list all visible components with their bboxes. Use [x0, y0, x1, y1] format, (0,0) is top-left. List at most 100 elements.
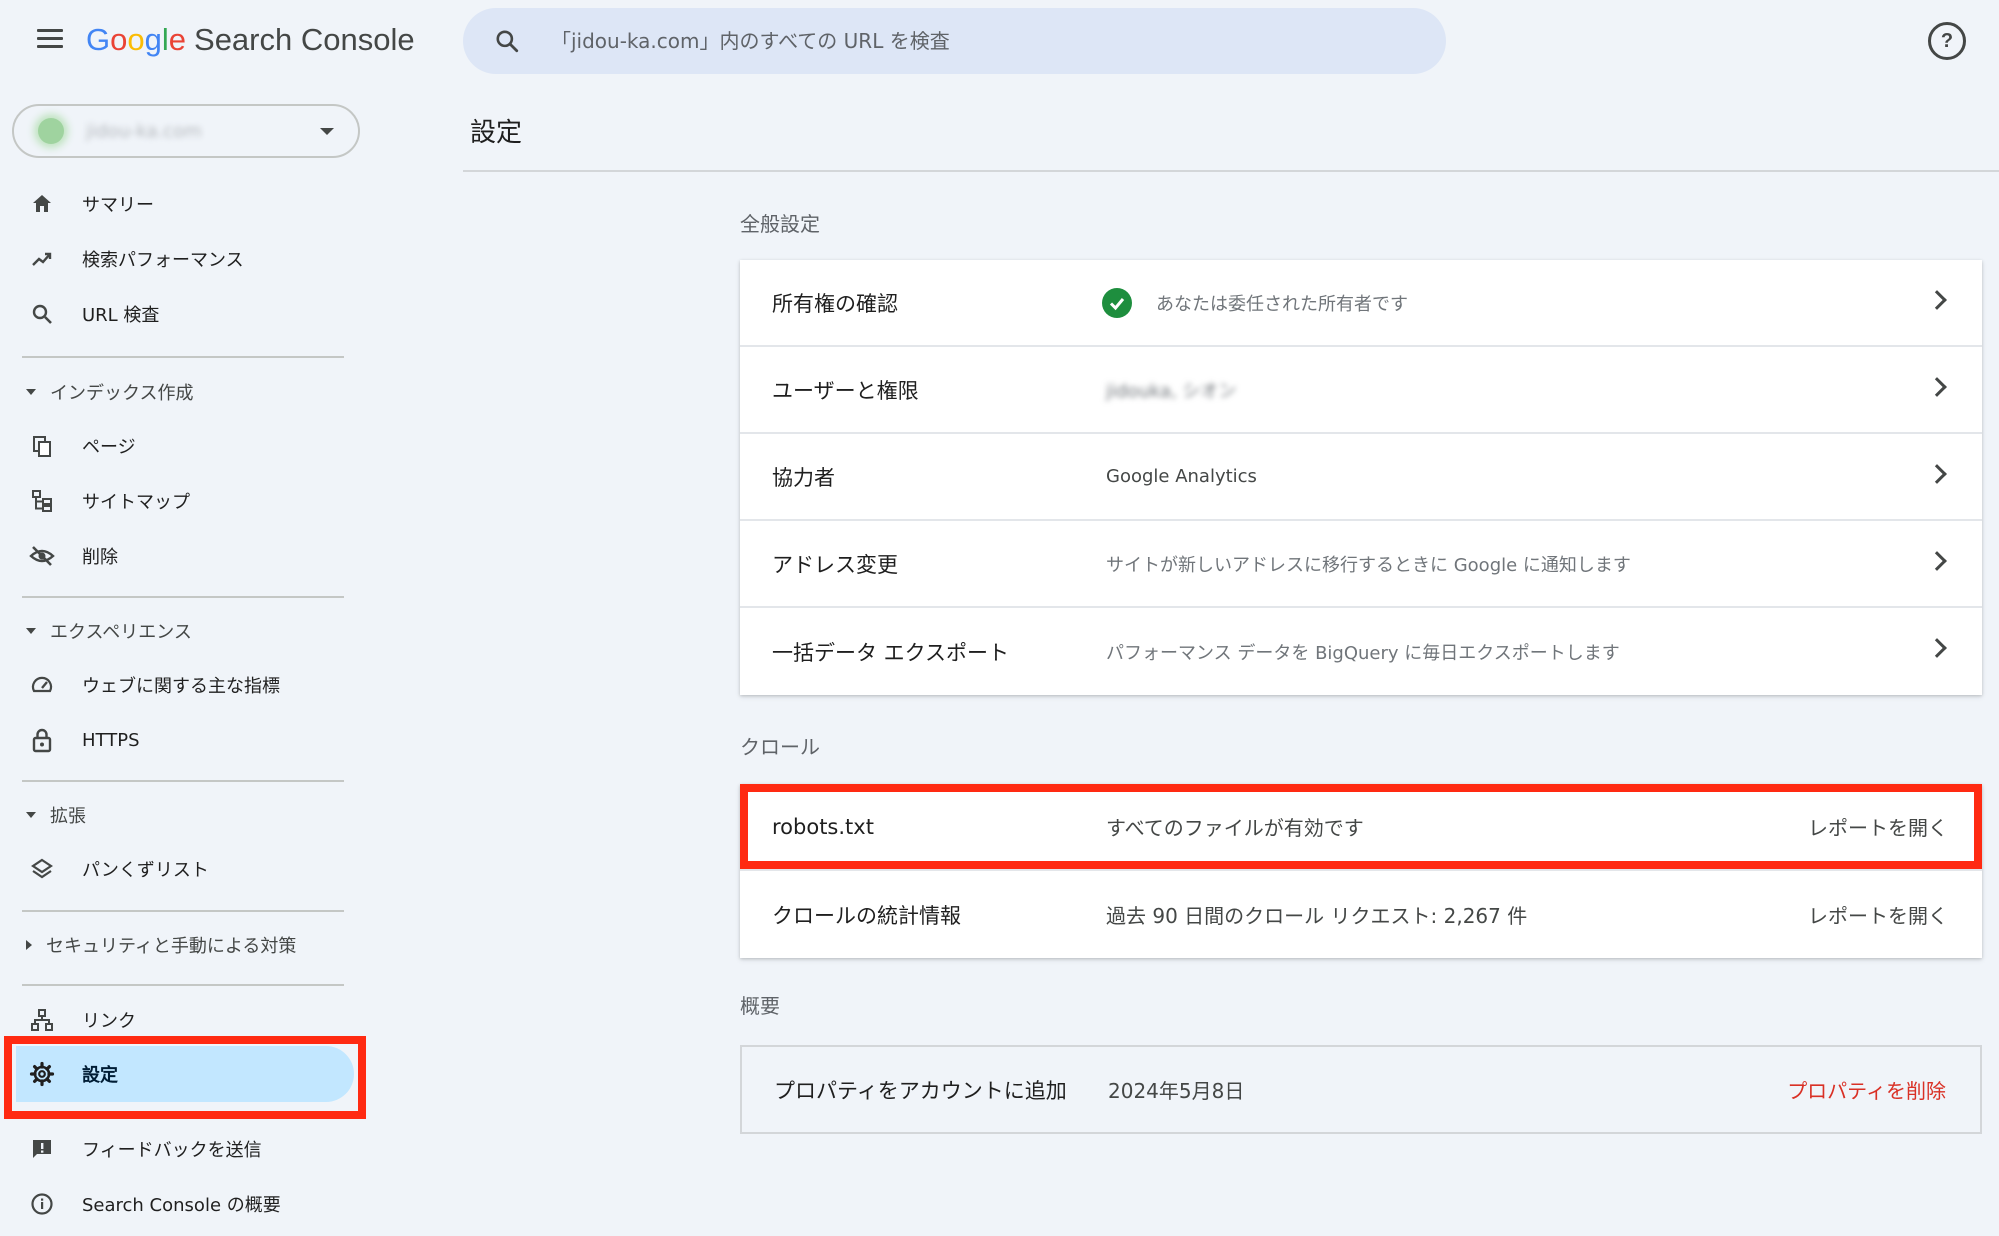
logo-letter: g	[144, 22, 162, 57]
row-value: Google Analytics	[1106, 466, 1257, 487]
nav-item-removals[interactable]: 削除	[28, 533, 118, 579]
nav-section-label: セキュリティと手動による対策	[46, 936, 297, 957]
nav-divider	[22, 356, 344, 358]
url-inspection-search-bar[interactable]	[463, 8, 1446, 74]
feedback-icon	[28, 1135, 56, 1163]
info-icon	[28, 1190, 56, 1218]
chevron-right-icon	[1927, 377, 1947, 397]
row-label: 所有権の確認	[772, 291, 898, 316]
lock-icon	[28, 726, 56, 754]
row-value: jidouka, シオン	[1106, 380, 1237, 402]
nav-label: ページ	[82, 437, 136, 458]
settings-row-users[interactable]: ユーザーと権限 jidouka, シオン	[740, 347, 1982, 434]
chevron-right-icon	[1927, 638, 1947, 658]
about-card: プロパティをアカウントに追加 2024年5月8日 プロパティを削除	[740, 1045, 1982, 1134]
highlight-box	[4, 1036, 366, 1119]
section-title-crawl: クロール	[740, 735, 820, 759]
links-tree-icon	[28, 1006, 56, 1034]
nav-item-url-inspection[interactable]: URL 検査	[28, 291, 159, 337]
nav-divider	[22, 984, 344, 986]
nav-label: 検索パフォーマンス	[82, 250, 244, 271]
logo-letter: G	[86, 22, 111, 57]
nav-section-index[interactable]: インデックス作成	[26, 372, 193, 412]
pages-icon	[28, 432, 56, 460]
search-icon[interactable]	[487, 21, 527, 61]
logo-letter: o	[127, 22, 145, 57]
search-input[interactable]	[551, 29, 1411, 53]
nav-item-https[interactable]: HTTPS	[28, 717, 140, 763]
expand-arrow-icon	[26, 940, 32, 950]
page-title: 設定	[470, 118, 523, 148]
sitemap-icon	[28, 487, 56, 515]
row-value: 2024年5月8日	[1108, 1079, 1245, 1103]
layers-icon	[28, 855, 56, 883]
logo-letter: o	[110, 22, 128, 57]
nav-label: リンク	[82, 1011, 136, 1032]
logo-letter: l	[161, 22, 169, 57]
chevron-right-icon	[1927, 464, 1947, 484]
property-favicon	[38, 118, 64, 144]
nav-label: HTTPS	[82, 729, 140, 751]
nav-item-feedback[interactable]: フィードバックを送信	[28, 1126, 262, 1172]
nav-label: パンくずリスト	[82, 860, 209, 881]
nav-section-security[interactable]: セキュリティと手動による対策	[26, 925, 296, 965]
nav-label: サイトマップ	[82, 492, 190, 513]
open-report-link[interactable]: レポートを開く	[1808, 900, 1948, 929]
settings-row-change-of-address[interactable]: アドレス変更 サイトが新しいアドレスに移行するときに Google に通知します	[740, 521, 1982, 608]
property-selector[interactable]: jidou-ka.com	[12, 104, 360, 158]
visibility-off-icon	[28, 542, 56, 570]
help-icon[interactable]: ?	[1928, 22, 1966, 60]
nav-divider	[22, 780, 344, 782]
nav-section-experience[interactable]: エクスペリエンス	[26, 611, 192, 651]
nav-section-label: 拡張	[50, 806, 86, 827]
settings-row-crawl-stats[interactable]: クロールの統計情報 過去 90 日間のクロール リクエスト: 2,267 件 レ…	[740, 871, 1982, 958]
search-console-logo[interactable]: Google Search Console	[86, 22, 415, 58]
collapse-arrow-icon	[26, 389, 36, 395]
chevron-right-icon	[1927, 290, 1947, 310]
title-divider	[463, 170, 1999, 172]
home-icon	[28, 190, 56, 218]
row-label: ユーザーと権限	[772, 378, 919, 403]
nav-label: サマリー	[82, 195, 154, 216]
nav-divider	[22, 596, 344, 598]
remove-property-link[interactable]: プロパティを削除	[1787, 1075, 1946, 1104]
logo-product-name: Search Console	[194, 22, 415, 57]
collapse-arrow-icon	[26, 628, 36, 634]
check-circle-icon	[1102, 287, 1132, 318]
row-label: 一括データ エクスポート	[772, 640, 1010, 665]
nav-item-performance[interactable]: 検索パフォーマンス	[28, 236, 244, 282]
nav-section-enhancements[interactable]: 拡張	[26, 795, 86, 835]
trending-up-icon	[28, 245, 56, 273]
main-menu-icon[interactable]	[30, 24, 70, 60]
row-label: アドレス変更	[772, 552, 898, 577]
search-icon	[28, 300, 56, 328]
nav-item-summary[interactable]: サマリー	[28, 181, 154, 227]
nav-divider	[22, 910, 344, 912]
row-value: サイトが新しいアドレスに移行するときに Google に通知します	[1106, 554, 1631, 576]
settings-row-added-to-account: プロパティをアカウントに追加 2024年5月8日 プロパティを削除	[742, 1047, 1980, 1132]
logo-letter: e	[168, 22, 187, 57]
general-settings-card: 所有権の確認 あなたは委任された所有者です ユーザーと権限 jidouka, シ…	[740, 260, 1982, 695]
settings-row-associations[interactable]: 協力者 Google Analytics	[740, 434, 1982, 521]
settings-row-bulk-export[interactable]: 一括データ エクスポート パフォーマンス データを BigQuery に毎日エク…	[740, 608, 1982, 695]
nav-item-web-vitals[interactable]: ウェブに関する主な指標	[28, 662, 280, 708]
nav-section-label: エクスペリエンス	[50, 622, 192, 643]
dropdown-caret-icon	[320, 128, 334, 135]
row-label: 協力者	[772, 465, 835, 490]
nav-item-breadcrumbs[interactable]: パンくずリスト	[28, 846, 209, 892]
row-value: パフォーマンス データを BigQuery に毎日エクスポートします	[1106, 642, 1620, 664]
nav-label: Search Console の概要	[82, 1195, 281, 1216]
nav-item-sitemaps[interactable]: サイトマップ	[28, 478, 190, 524]
nav-item-about[interactable]: Search Console の概要	[28, 1181, 281, 1227]
highlight-box	[740, 784, 1982, 869]
nav-section-label: インデックス作成	[50, 383, 194, 404]
ownership-status-text: あなたは委任された所有者です	[1156, 293, 1408, 315]
settings-row-ownership[interactable]: 所有権の確認 あなたは委任された所有者です	[740, 260, 1982, 347]
nav-label: フィードバックを送信	[82, 1140, 262, 1161]
row-value: 過去 90 日間のクロール リクエスト: 2,267 件	[1106, 904, 1528, 928]
collapse-arrow-icon	[26, 812, 36, 818]
nav-item-pages[interactable]: ページ	[28, 423, 136, 469]
section-title-general: 全般設定	[740, 212, 820, 236]
row-label: プロパティをアカウントに追加	[774, 1078, 1067, 1103]
row-label: クロールの統計情報	[772, 903, 961, 928]
